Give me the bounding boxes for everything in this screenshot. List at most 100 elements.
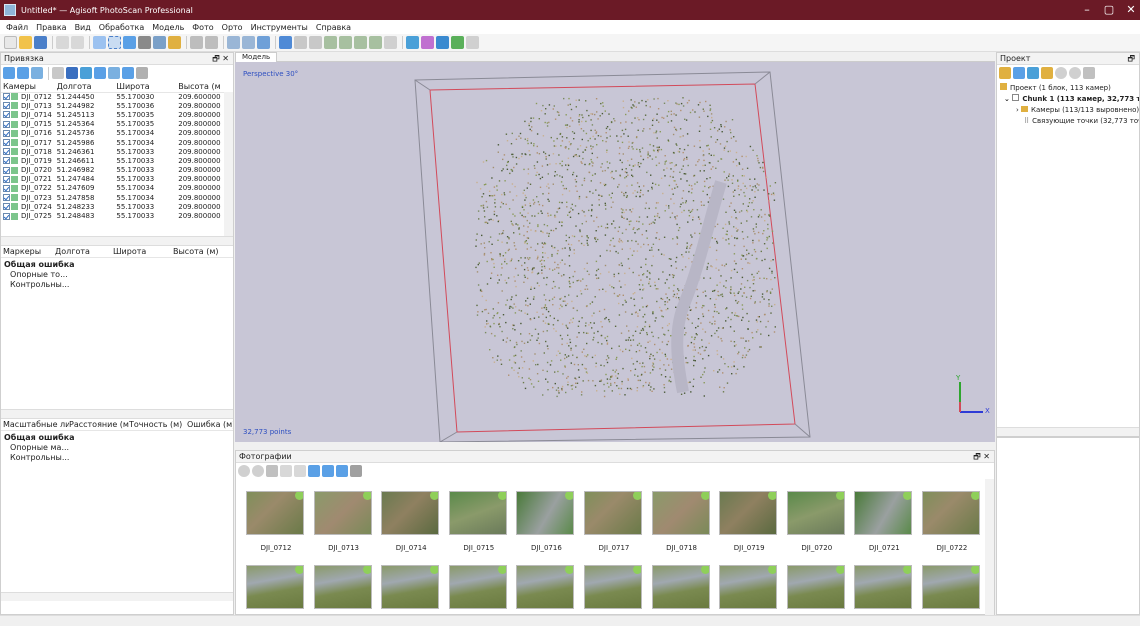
table-row[interactable]: DJI_0722 51.247609 55.170034 209.800000	[1, 184, 233, 193]
tree-item-cameras[interactable]: › Камеры (113/113 выровнено)	[1000, 105, 1139, 116]
shaded-icon[interactable]	[324, 36, 337, 49]
photo-thumbnail[interactable]: DJI_0721	[854, 491, 914, 552]
chevron-down-icon[interactable]: ⌄	[1004, 95, 1012, 103]
solid-icon[interactable]	[339, 36, 352, 49]
checkbox[interactable]	[3, 120, 10, 128]
new-document-icon[interactable]	[4, 36, 17, 49]
view-image-icon[interactable]	[322, 465, 334, 477]
table-row[interactable]: DJI_0715 51.245364 55.170035 209.800000	[1, 120, 233, 129]
menu-model[interactable]: Модель	[152, 23, 184, 32]
thumbnail-size-icon[interactable]	[350, 465, 362, 477]
undo-icon[interactable]	[56, 36, 69, 49]
checkbox[interactable]	[3, 111, 10, 119]
panel-float-close-icon[interactable]: 🗗 ✕	[212, 53, 229, 67]
menu-file[interactable]: Файл	[6, 23, 28, 32]
photos-vertical-scrollbar[interactable]	[985, 479, 994, 615]
column-header[interactable]: Высота (м	[176, 81, 233, 93]
model-viewport[interactable]: Perspective 30° 32,773 points Y X	[235, 62, 995, 442]
view-errors-icon[interactable]	[122, 67, 134, 79]
table-icon[interactable]	[52, 67, 64, 79]
checkbox[interactable]	[3, 148, 10, 156]
menu-photo[interactable]: Фото	[192, 23, 213, 32]
photo-thumbnail[interactable]	[516, 565, 576, 609]
photo-thumbnail[interactable]	[583, 565, 644, 609]
photo-thumbnail[interactable]	[246, 565, 306, 609]
navigation-icon[interactable]	[93, 36, 106, 49]
photo-thumbnail[interactable]	[719, 565, 779, 609]
reset-view-icon[interactable]	[257, 36, 270, 49]
show-markers-icon[interactable]	[436, 36, 449, 49]
checkbox[interactable]	[3, 93, 10, 101]
rect-select-icon[interactable]	[108, 36, 121, 49]
menu-help[interactable]: Справка	[316, 23, 351, 32]
zoom-out-icon[interactable]	[242, 36, 255, 49]
folder-icon[interactable]	[1041, 67, 1053, 79]
redo-icon[interactable]	[71, 36, 84, 49]
update-icon[interactable]	[80, 67, 92, 79]
photo-thumbnail[interactable]	[651, 565, 712, 609]
ruler-icon[interactable]	[153, 36, 166, 49]
column-header[interactable]: Маркеры	[3, 247, 55, 256]
checkbox[interactable]	[3, 139, 10, 147]
cameras-horizontal-scrollbar[interactable]	[1, 236, 233, 245]
draw-polyline-icon[interactable]	[168, 36, 181, 49]
menu-ortho[interactable]: Орто	[222, 23, 243, 32]
show-cameras-icon[interactable]	[406, 36, 419, 49]
column-header[interactable]: Широта	[114, 81, 177, 93]
photo-thumbnail[interactable]	[313, 565, 374, 609]
tiled-model-icon[interactable]	[384, 36, 397, 49]
photo-thumbnail[interactable]: DJI_0718	[651, 491, 712, 552]
checkbox[interactable]	[3, 203, 10, 211]
checkbox[interactable]	[3, 166, 10, 174]
column-header[interactable]: Широта	[113, 247, 173, 256]
photo-thumbnail[interactable]: DJI_0717	[583, 491, 644, 552]
table-row[interactable]: DJI_0721 51.247484 55.170033 209.800000	[1, 175, 233, 184]
list-item[interactable]: Опорные то...	[4, 270, 230, 280]
tree-item-chunk[interactable]: ⌄ Chunk 1 (113 камер, 32,773 точки	[1000, 94, 1139, 105]
table-row[interactable]: DJI_0712 51.244450 55.170030 209.600000	[1, 92, 233, 101]
menu-workflow[interactable]: Обработка	[99, 23, 144, 32]
list-item[interactable]: Контрольны...	[4, 280, 230, 290]
dense-cloud-icon[interactable]	[294, 36, 307, 49]
photo-thumbnail[interactable]: DJI_0715	[448, 491, 509, 552]
checkbox[interactable]	[3, 129, 10, 137]
view-mask-icon[interactable]	[308, 465, 320, 477]
enable-icon[interactable]	[1055, 67, 1067, 79]
enable-camera-icon[interactable]	[238, 465, 250, 477]
photo-thumbnail[interactable]	[921, 565, 982, 609]
menu-view[interactable]: Вид	[75, 23, 91, 32]
table-row[interactable]: DJI_0723 51.247858 55.170034 209.800000	[1, 193, 233, 202]
column-header[interactable]: Ошибка (м)	[187, 420, 233, 429]
view-source-icon[interactable]	[94, 67, 106, 79]
add-chunk-icon[interactable]	[999, 67, 1011, 79]
import-icon[interactable]	[3, 67, 15, 79]
close-icon[interactable]: ✕	[1116, 0, 1140, 20]
checkbox[interactable]	[3, 157, 10, 165]
view-estimated-icon[interactable]	[108, 67, 120, 79]
menu-edit[interactable]: Правка	[36, 23, 66, 32]
show-shapes-icon[interactable]	[451, 36, 464, 49]
checkbox[interactable]	[3, 212, 10, 220]
list-item[interactable]: Контрольны...	[4, 453, 230, 463]
point-cloud-scene[interactable]	[235, 62, 995, 442]
table-row[interactable]: DJI_0713 51.244982 55.170036 209.800000	[1, 101, 233, 110]
column-header[interactable]: Масштабные ли	[3, 420, 69, 429]
remove-camera-icon[interactable]	[266, 465, 278, 477]
project-horizontal-scrollbar[interactable]	[997, 427, 1139, 436]
mesh-icon[interactable]	[309, 36, 322, 49]
cameras-vertical-scrollbar[interactable]	[224, 92, 233, 236]
list-item[interactable]: Опорные ма...	[4, 443, 230, 453]
zoom-in-icon[interactable]	[227, 36, 240, 49]
photo-thumbnail[interactable]: DJI_0719	[719, 491, 779, 552]
photo-thumbnail[interactable]: DJI_0713	[313, 491, 374, 552]
table-row[interactable]: DJI_0719 51.246611 55.170033 209.800000	[1, 156, 233, 165]
checkbox[interactable]	[3, 194, 10, 202]
table-row[interactable]: DJI_0716 51.245736 55.170034 209.800000	[1, 129, 233, 138]
photo-thumbnail[interactable]	[381, 565, 441, 609]
column-header[interactable]: Точность (м)	[129, 420, 187, 429]
settings-icon[interactable]	[136, 67, 148, 79]
open-folder-icon[interactable]	[19, 36, 32, 49]
remove-icon[interactable]	[1083, 67, 1095, 79]
add-markers-icon[interactable]	[1027, 67, 1039, 79]
photo-thumbnail[interactable]: DJI_0714	[381, 491, 441, 552]
